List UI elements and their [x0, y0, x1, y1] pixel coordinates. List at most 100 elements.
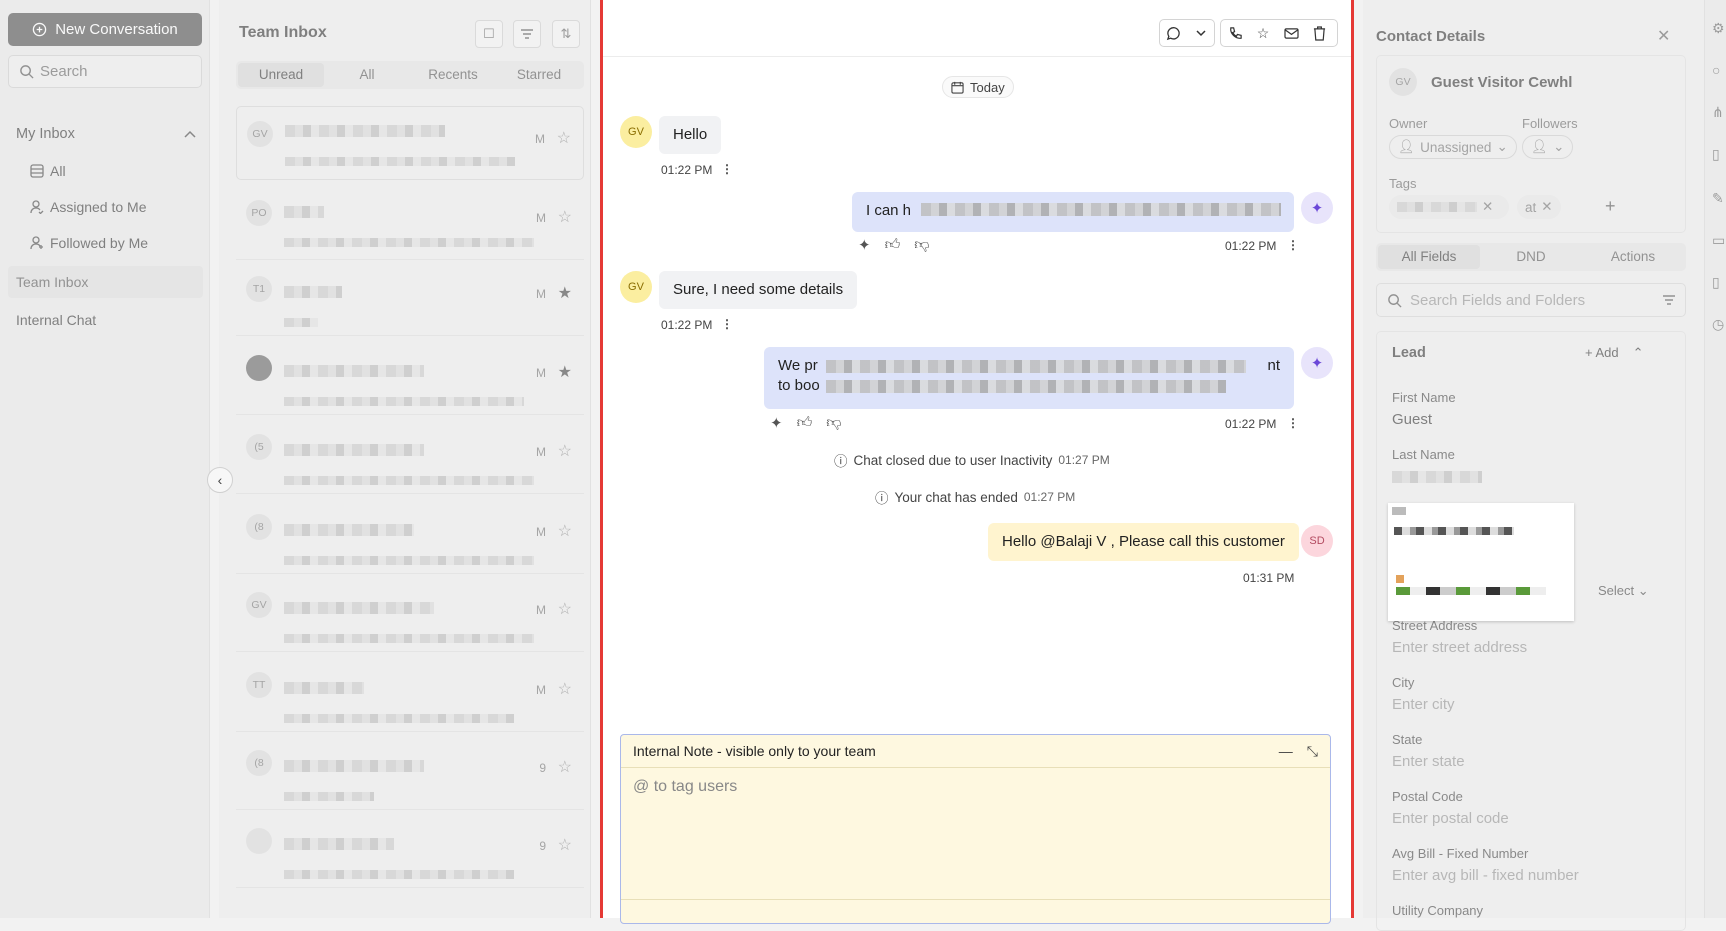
- system-message-text: Chat closed due to user Inactivity: [853, 452, 1053, 468]
- more-options-icon[interactable]: ⋮: [1287, 238, 1299, 252]
- conversation-item[interactable]: M ★: [236, 341, 584, 415]
- remove-tag-icon[interactable]: ✕: [1541, 199, 1552, 215]
- settings-icon[interactable]: ⚙: [1712, 20, 1725, 37]
- more-options-icon[interactable]: ⋮: [1287, 416, 1299, 430]
- conversation-actions: ☆: [1220, 19, 1338, 47]
- tab-unread[interactable]: Unread: [238, 63, 324, 87]
- search-icon[interactable]: ○: [1712, 62, 1720, 78]
- contact-card: GV Guest Visitor Cewhl Owner 👤︎ Unassign…: [1376, 55, 1686, 233]
- more-options-icon[interactable]: ⋮: [721, 162, 733, 176]
- sidebar-item-all[interactable]: All: [30, 163, 66, 179]
- internal-chat-label: Internal Chat: [16, 312, 97, 328]
- select-label: Select: [1598, 583, 1635, 598]
- star-icon[interactable]: ☆: [558, 207, 572, 227]
- sort-button[interactable]: ⇅: [552, 20, 580, 48]
- share-icon[interactable]: ⋔: [1712, 104, 1724, 121]
- star-icon[interactable]: ☆: [558, 835, 572, 855]
- channel-selector[interactable]: [1159, 19, 1215, 47]
- note-input[interactable]: @ to tag users: [621, 768, 1330, 806]
- star-icon[interactable]: ☆: [558, 521, 572, 541]
- sparkle-icon[interactable]: ✦: [858, 236, 871, 254]
- collapse-icon[interactable]: ⤡: [1307, 743, 1318, 760]
- minimize-icon[interactable]: —: [1279, 743, 1293, 760]
- star-icon[interactable]: ☆: [557, 128, 571, 148]
- conversation-item[interactable]: (5 M ☆: [236, 420, 584, 494]
- new-conversation-button[interactable]: New Conversation: [8, 13, 202, 46]
- sidebar-search-input[interactable]: Search: [8, 55, 202, 88]
- conversation-item[interactable]: PO M ☆: [236, 186, 584, 260]
- tab-starred[interactable]: Starred: [496, 63, 582, 87]
- field-value-redacted[interactable]: [1392, 471, 1482, 483]
- tab-all-fields[interactable]: All Fields: [1378, 245, 1480, 269]
- more-options-icon[interactable]: ⋮: [721, 317, 733, 331]
- note-header: Internal Note - visible only to your tea…: [621, 735, 1330, 768]
- conversation-item[interactable]: (8 M ☆: [236, 500, 584, 574]
- thumbs-up-icon[interactable]: 👍︎: [797, 414, 813, 432]
- tab-actions[interactable]: Actions: [1582, 245, 1684, 269]
- select-all-checkbox[interactable]: ☐: [475, 20, 503, 48]
- chevron-left-icon: ‹: [217, 472, 223, 488]
- avatar: (5: [246, 434, 272, 460]
- sidebar-item-assigned[interactable]: Assigned to Me: [30, 199, 147, 215]
- mail-icon[interactable]: [1277, 20, 1305, 46]
- internal-note-message: Hello @Balaji V , Please call this custo…: [988, 523, 1299, 561]
- message-time: 01:22 PM: [661, 163, 713, 177]
- tab-recents[interactable]: Recents: [410, 63, 496, 87]
- collapse-sidebar-button[interactable]: ‹: [207, 467, 233, 493]
- star-icon[interactable]: ☆: [558, 599, 572, 619]
- tab-dnd[interactable]: DND: [1480, 245, 1582, 269]
- conversation-item[interactable]: TT M ☆: [236, 658, 584, 732]
- trash-icon[interactable]: [1305, 20, 1333, 46]
- add-field-button[interactable]: + Add: [1585, 345, 1619, 361]
- thumbs-down-icon[interactable]: 👎︎: [826, 414, 841, 432]
- remove-tag-icon[interactable]: ✕: [1482, 199, 1493, 215]
- conversation-item[interactable]: GV M ☆: [236, 578, 584, 652]
- chevron-up-icon[interactable]: ⌃: [1633, 345, 1644, 361]
- star-icon[interactable]: ☆: [558, 441, 572, 461]
- owner-select[interactable]: 👤︎ Unassigned ⌄: [1389, 135, 1517, 159]
- outgoing-message: I can h: [852, 192, 1294, 232]
- star-icon[interactable]: ☆: [1249, 20, 1277, 46]
- chat-bubble-icon: [1160, 20, 1187, 46]
- conversation-item[interactable]: T1 M ★: [236, 262, 584, 336]
- clipboard-icon[interactable]: ▯: [1712, 146, 1720, 163]
- field-value[interactable]: Enter postal code: [1392, 810, 1509, 827]
- thumbs-up-icon[interactable]: 👍︎: [885, 236, 901, 254]
- call-icon[interactable]: [1221, 20, 1249, 46]
- conversation-time: M: [536, 683, 546, 697]
- sparkle-icon[interactable]: ✦: [770, 414, 783, 432]
- clock-icon[interactable]: ◷: [1712, 316, 1724, 333]
- conversation-time: M: [536, 603, 546, 617]
- thumbs-down-icon[interactable]: 👎︎: [914, 236, 929, 254]
- sidebar-item-internal-chat[interactable]: Internal Chat: [16, 312, 96, 328]
- sidebar-item-followed[interactable]: Followed by Me: [30, 235, 148, 251]
- conversation-item[interactable]: GV M ☆: [236, 106, 584, 180]
- followers-select[interactable]: 👤︎ ⌄: [1522, 135, 1574, 159]
- star-icon[interactable]: ☆: [558, 757, 572, 777]
- field-value[interactable]: Enter avg bill - fixed number: [1392, 867, 1579, 884]
- conversation-time: 9: [539, 761, 546, 775]
- star-icon[interactable]: ★: [558, 283, 572, 303]
- star-icon[interactable]: ☆: [558, 679, 572, 699]
- my-inbox-toggle[interactable]: My Inbox: [16, 126, 196, 142]
- pen-icon[interactable]: ✎: [1712, 190, 1724, 207]
- field-value[interactable]: Enter city: [1392, 696, 1455, 713]
- fields-search-input[interactable]: Search Fields and Folders: [1376, 283, 1686, 317]
- star-icon[interactable]: ★: [558, 362, 572, 382]
- calendar-icon[interactable]: ▭: [1712, 232, 1725, 249]
- field-value[interactable]: Enter state: [1392, 753, 1465, 770]
- field-value[interactable]: Guest: [1392, 411, 1432, 428]
- add-tag-icon[interactable]: +: [1605, 196, 1616, 217]
- list-icon: [30, 164, 44, 178]
- close-icon[interactable]: ✕: [1657, 26, 1670, 46]
- filter-button[interactable]: [513, 20, 541, 48]
- tab-all[interactable]: All: [324, 63, 410, 87]
- field-value[interactable]: Enter street address: [1392, 639, 1527, 656]
- conversation-item[interactable]: (8 9 ☆: [236, 736, 584, 810]
- sidebar-item-team-inbox[interactable]: Team Inbox: [16, 274, 88, 290]
- user-icon: 👤︎: [1398, 139, 1416, 154]
- document-icon[interactable]: ▯: [1712, 274, 1720, 291]
- filter-icon[interactable]: [1663, 295, 1675, 305]
- conversation-item[interactable]: 9 ☆: [236, 814, 584, 888]
- select-dropdown[interactable]: Select ⌄: [1598, 583, 1649, 599]
